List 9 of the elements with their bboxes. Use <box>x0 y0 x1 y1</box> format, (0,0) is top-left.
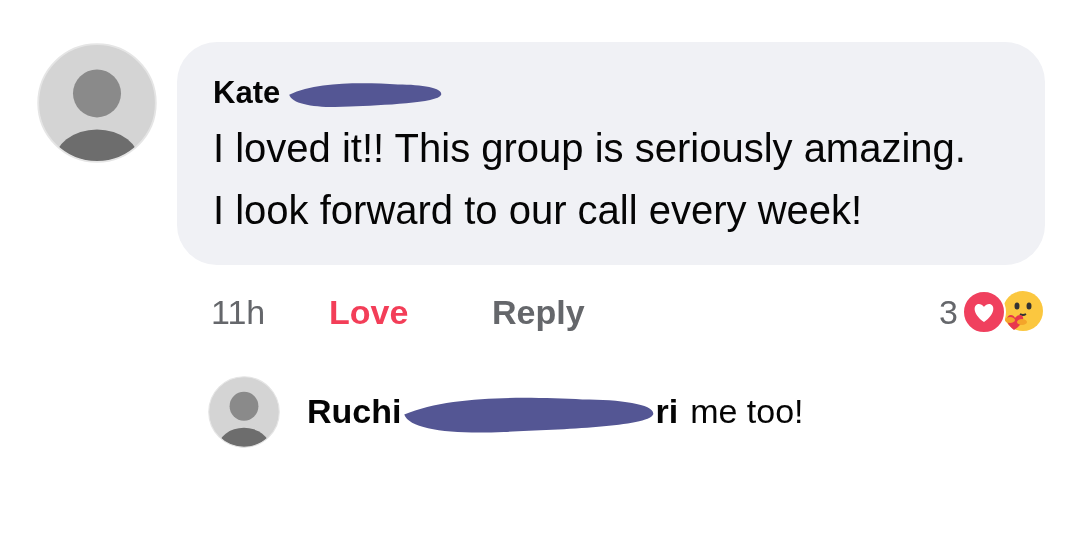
author-name[interactable]: Kate <box>213 70 281 117</box>
reaction-count[interactable]: 3 <box>939 286 958 338</box>
author-name[interactable]: Ruchi <box>307 386 402 437</box>
timestamp: 11h <box>211 291 267 333</box>
reply-button[interactable]: Reply <box>492 286 585 338</box>
author-name[interactable]: ri <box>655 386 679 437</box>
comment-text: I loved it!! This group is seriously amazing. I look forward to our call every week! <box>213 124 967 234</box>
love-button[interactable]: Love <box>329 286 492 338</box>
reply-text: me too! <box>690 391 804 432</box>
